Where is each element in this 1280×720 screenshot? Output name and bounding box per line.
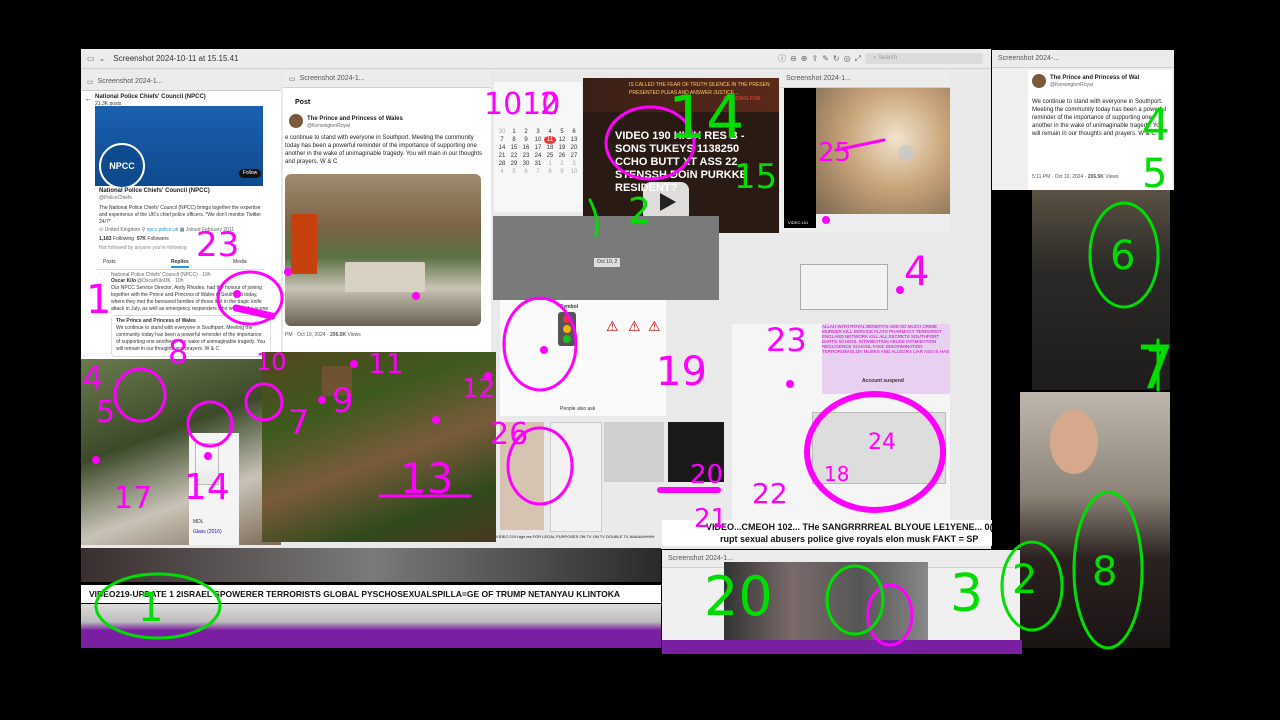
pink-dot — [896, 286, 904, 294]
annotation-13: 13 — [400, 454, 454, 503]
pink-dot — [822, 216, 830, 224]
annotation-green-2: 2 — [628, 191, 651, 232]
annotation-26: 26 — [490, 417, 529, 452]
annotation-green-15: 15 — [734, 157, 778, 197]
green-circle-5 — [825, 564, 885, 636]
pink-circle-small — [244, 382, 284, 422]
pink-dot — [412, 292, 420, 300]
pink-dash — [232, 304, 276, 320]
pink-circle-traffic — [502, 296, 578, 392]
annotation-green-8: 8 — [1092, 549, 1118, 595]
annotation-7: 7 — [288, 403, 310, 443]
annotation-12: 12 — [462, 374, 496, 404]
annotation-green-4: 4 — [1142, 100, 1170, 151]
annotation-10: 10 — [256, 348, 287, 376]
green-stroke-a — [588, 198, 599, 238]
annotation-9: 9 — [332, 381, 354, 421]
pink-dot — [786, 380, 794, 388]
annotation-25: 25 — [818, 138, 852, 168]
annotation-green-5: 5 — [1142, 151, 1168, 197]
pink-circle-left — [113, 367, 167, 423]
annotation-24: 24 — [868, 430, 896, 455]
pink-circle-bottom — [866, 583, 914, 647]
pink-dot — [318, 396, 326, 404]
pink-dot — [204, 452, 212, 460]
pink-dot — [432, 416, 440, 424]
annotation-5: 5 — [96, 395, 116, 430]
pink-dot — [284, 268, 292, 276]
annotation-1: 1 — [86, 277, 112, 323]
annotation-18: 18 — [824, 462, 850, 486]
annotation-green-3: 3 — [950, 564, 984, 624]
annotation-green-1: 1 — [138, 585, 164, 631]
annotation-4b: 4 — [904, 249, 930, 295]
annotation-23b: 23 — [766, 321, 807, 359]
annotation-23: 23 — [196, 225, 240, 265]
annotation-green-2b: 2 — [1012, 557, 1038, 603]
annotation-20: 20 — [690, 460, 724, 490]
annotation-11: 11 — [368, 347, 404, 380]
annotation-14: 14 — [184, 467, 230, 508]
annotation-21: 21 — [694, 504, 728, 534]
pink-circle-glass — [186, 400, 234, 448]
annotation-2: 2 — [540, 87, 560, 122]
annotation-8: 8 — [168, 333, 189, 371]
annotation-green-6: 6 — [1110, 233, 1136, 279]
annotation-green-7: 7 — [1136, 333, 1175, 403]
annotation-22: 22 — [752, 477, 788, 510]
pink-dot — [92, 456, 100, 464]
annotation-4: 4 — [82, 359, 104, 399]
annotation-green-14: 14 — [668, 83, 745, 153]
pink-dot — [540, 346, 548, 354]
annotation-strokes — [94, 105, 1166, 650]
annotation-green-20: 20 — [704, 565, 773, 628]
annotation-19: 19 — [656, 349, 707, 395]
pink-dot — [350, 360, 358, 368]
pink-dot — [233, 290, 241, 298]
annotation-17: 17 — [114, 481, 153, 516]
